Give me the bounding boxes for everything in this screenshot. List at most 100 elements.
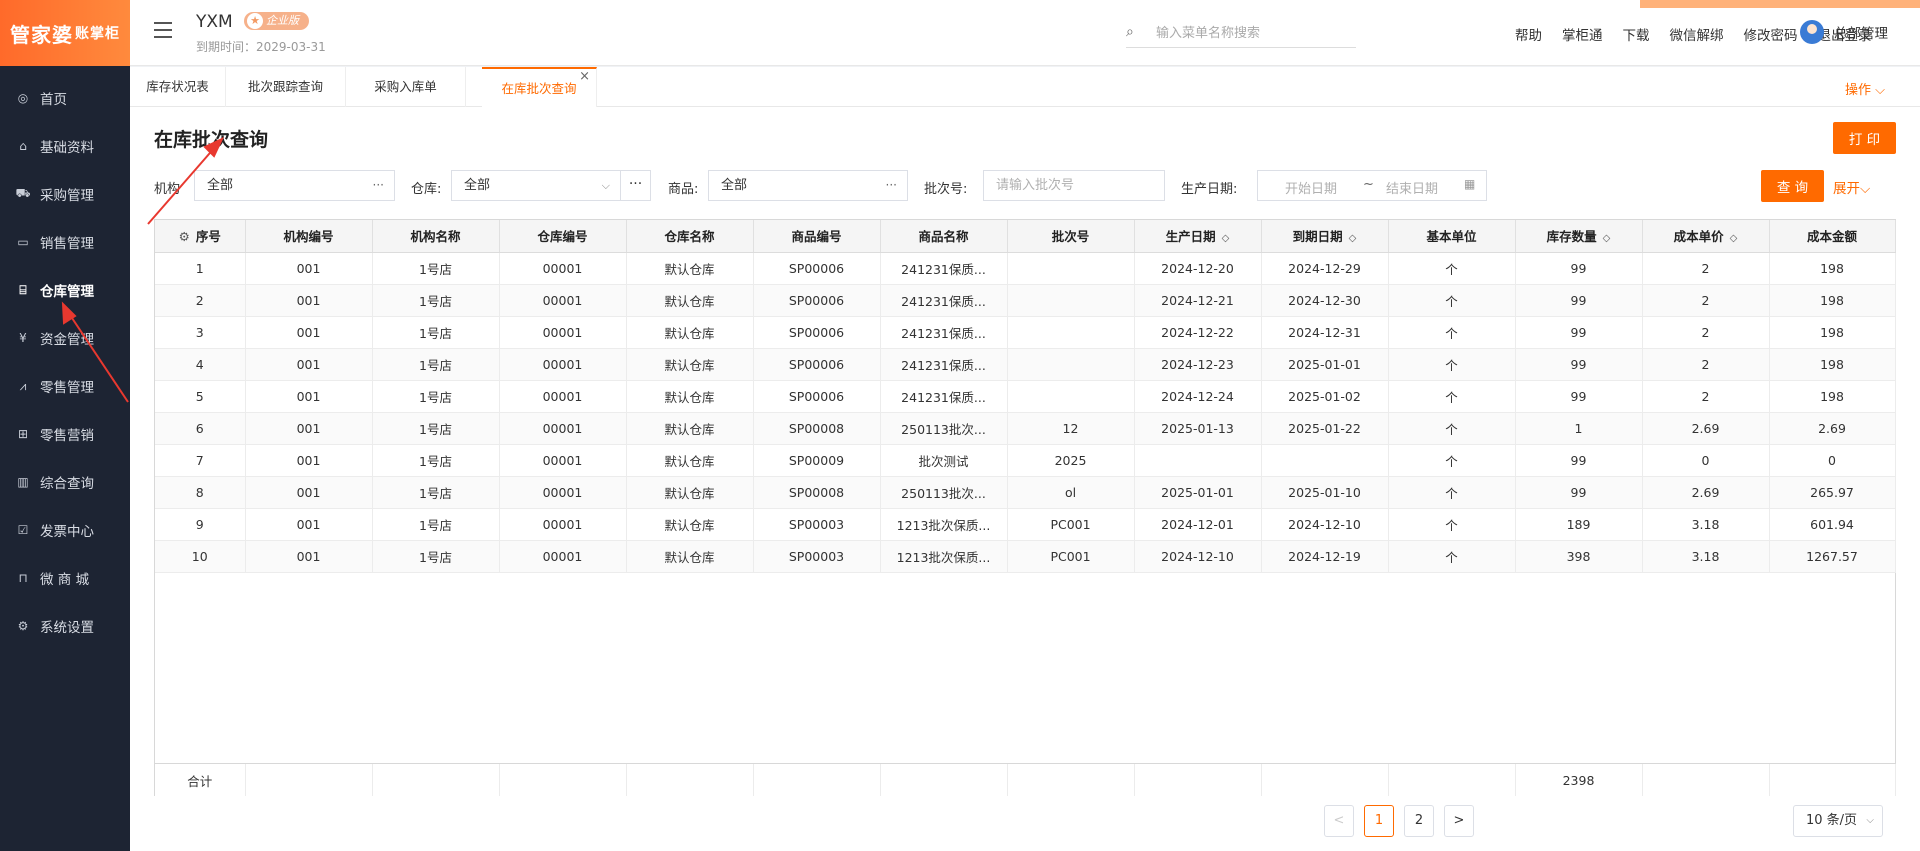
sidebar-item-label: 发票中心: [40, 524, 94, 540]
table-row[interactable]: 1 001 1号店 00001 默认仓库 SP00006 241231保质... 2024-1…: [155, 252, 1896, 285]
table-cell: 2024-12-21: [1134, 284, 1262, 317]
top-link-3[interactable]: 微信解绑: [1670, 24, 1724, 44]
product-select[interactable]: 全部 ···: [708, 170, 908, 201]
batch-label: 批次号:: [924, 182, 968, 197]
date-start[interactable]: 开始日期: [1285, 178, 1337, 197]
table-row[interactable]: 6 001 1号店 00001 默认仓库 SP00008 250113批次... 12 2025…: [155, 412, 1896, 445]
table-cell: 4: [155, 348, 246, 381]
column-header-9[interactable]: 到期日期 ◇: [1261, 220, 1389, 253]
gear-icon[interactable]: ⚙: [179, 229, 190, 244]
close-icon[interactable]: ×: [579, 57, 590, 97]
user-menu[interactable]: 总部管理: [1800, 20, 1888, 44]
footer-cell: [880, 764, 1008, 796]
page-size-select[interactable]: 10 条/页 ⌵: [1793, 805, 1883, 837]
operations-label[interactable]: 操作: [1845, 83, 1871, 98]
menu-search-input[interactable]: [1156, 20, 1356, 46]
table-cell: SP00006: [753, 252, 881, 285]
table-row[interactable]: 5 001 1号店 00001 默认仓库 SP00006 241231保质... 2024-1…: [155, 380, 1896, 413]
column-header-label: 生产日期: [1165, 229, 1216, 245]
table-cell: 001: [245, 284, 373, 317]
warehouse-select[interactable]: 全部 ⌵: [451, 170, 621, 201]
menu-toggle-icon[interactable]: [154, 22, 172, 38]
sidebar-item-6[interactable]: ⩘ 零售管理: [0, 362, 130, 410]
sidebar-menu: ◎ 首页 ⌂ 基础资料 ⛟ 采购管理 ▭ 销售管理 ⌸ 仓库管理 ¥ 资金管理 ⩘ 零售管理 ⊞ 零售营销 ▥ 综…: [0, 66, 130, 650]
expand-label[interactable]: 展开: [1833, 181, 1860, 197]
sort-icon[interactable]: ◇: [1603, 233, 1611, 244]
table-cell: 00001: [499, 316, 627, 349]
table-cell: 6: [155, 412, 246, 445]
table-cell: SP00006: [753, 380, 881, 413]
table-cell: 001: [245, 540, 373, 573]
tab-purchase-inbound[interactable]: 采购入库单: [346, 67, 466, 107]
table-cell: 12: [1007, 412, 1135, 445]
table-row[interactable]: 8 001 1号店 00001 默认仓库 SP00008 250113批次... ol 2025…: [155, 476, 1896, 509]
column-header-13: 成本金额: [1769, 220, 1896, 253]
print-button[interactable]: 打 印: [1833, 122, 1896, 154]
date-end[interactable]: 结束日期: [1386, 178, 1438, 197]
sidebar-item-7[interactable]: ⊞ 零售营销: [0, 410, 130, 458]
star-icon: ★: [247, 13, 263, 29]
sort-icon[interactable]: ◇: [1349, 233, 1357, 244]
sidebar-item-9[interactable]: ☑ 发票中心: [0, 506, 130, 554]
top-link-0[interactable]: 帮助: [1515, 24, 1542, 44]
sort-icon[interactable]: ◇: [1730, 233, 1738, 244]
sort-icon[interactable]: ◇: [1222, 233, 1230, 244]
batch-input[interactable]: [996, 171, 1164, 200]
org-select[interactable]: 全部 ···: [194, 170, 395, 201]
calendar-icon[interactable]: ▦: [1464, 177, 1475, 191]
date-range-picker[interactable]: 开始日期 ~ 结束日期 ▦: [1257, 170, 1487, 201]
avatar[interactable]: [1800, 20, 1824, 44]
table-cell: 398: [1515, 540, 1643, 573]
table-cell: 1号店: [372, 412, 500, 445]
sidebar-item-3[interactable]: ▭ 销售管理: [0, 218, 130, 266]
sidebar-item-5[interactable]: ¥ 资金管理: [0, 314, 130, 362]
table-row[interactable]: 7 001 1号店 00001 默认仓库 SP00009 批次测试 2025 个 99 0 0: [155, 444, 1896, 477]
column-header-8[interactable]: 生产日期 ◇: [1134, 220, 1262, 253]
top-link-4[interactable]: 修改密码: [1744, 24, 1798, 44]
tab-batch-tracking[interactable]: 批次跟踪查询: [226, 67, 346, 107]
page-size-value[interactable]: 10 条/页: [1806, 813, 1857, 828]
table-row[interactable]: 3 001 1号店 00001 默认仓库 SP00006 241231保质... 2024-1…: [155, 316, 1896, 349]
sidebar-item-10[interactable]: ⊓ 微 商 城: [0, 554, 130, 602]
table-cell: 00001: [499, 444, 627, 477]
table-row[interactable]: 4 001 1号店 00001 默认仓库 SP00006 241231保质... 2024-1…: [155, 348, 1896, 381]
column-header-11[interactable]: 库存数量 ◇: [1515, 220, 1643, 253]
sidebar-item-2[interactable]: ⛟ 采购管理: [0, 170, 130, 218]
table-cell: 2024-12-24: [1134, 380, 1262, 413]
page-1-button[interactable]: 1: [1364, 805, 1394, 837]
table-row[interactable]: 10 001 1号店 00001 默认仓库 SP00003 1213批次保质... PC001…: [155, 540, 1896, 573]
sidebar-item-11[interactable]: ⚙ 系统设置: [0, 602, 130, 650]
query-button[interactable]: 查 询: [1761, 170, 1824, 202]
table-cell: 2: [1642, 316, 1770, 349]
tab-batch-query-label[interactable]: 在库批次查询: [501, 81, 576, 96]
top-link-1[interactable]: 掌柜通: [1562, 24, 1603, 44]
table-row[interactable]: 2 001 1号店 00001 默认仓库 SP00006 241231保质... 2024-1…: [155, 284, 1896, 317]
more-icon[interactable]: ···: [373, 171, 384, 200]
sidebar-item-1[interactable]: ⌂ 基础资料: [0, 122, 130, 170]
sidebar-item-0[interactable]: ◎ 首页: [0, 74, 130, 122]
table-cell: 2024-12-23: [1134, 348, 1262, 381]
chevron-down-icon: ⌵: [601, 179, 610, 192]
table-cell: SP00006: [753, 284, 881, 317]
batch-field[interactable]: [983, 170, 1165, 201]
operations-dropdown[interactable]: 操作 ⌵: [1845, 79, 1885, 98]
top-link-2[interactable]: 下载: [1623, 24, 1650, 44]
column-header-12[interactable]: 成本单价 ◇: [1642, 220, 1770, 253]
column-header-5: 商品编号: [753, 220, 881, 253]
tab-batch-query[interactable]: 在库批次查询 ×: [482, 67, 597, 107]
prev-page-button[interactable]: <: [1324, 805, 1354, 837]
tab-inventory-status[interactable]: 库存状况表: [130, 67, 226, 107]
edition-badge: ★ 企业版: [244, 12, 309, 30]
page-2-button[interactable]: 2: [1404, 805, 1434, 837]
user-name[interactable]: 总部管理: [1834, 22, 1888, 42]
warehouse-more-button[interactable]: ···: [620, 170, 651, 201]
search-icon[interactable]: ⌕: [1126, 24, 1134, 40]
more-icon[interactable]: ···: [886, 171, 897, 200]
sidebar-item-8[interactable]: ▥ 综合查询: [0, 458, 130, 506]
next-page-button[interactable]: >: [1444, 805, 1474, 837]
table-cell: 198: [1769, 348, 1896, 381]
table-cell: 00001: [499, 476, 627, 509]
sidebar-item-4[interactable]: ⌸ 仓库管理: [0, 266, 130, 314]
table-row[interactable]: 9 001 1号店 00001 默认仓库 SP00003 1213批次保质... PC001 2…: [155, 508, 1896, 541]
expand-toggle[interactable]: 展开⌵: [1833, 177, 1870, 197]
